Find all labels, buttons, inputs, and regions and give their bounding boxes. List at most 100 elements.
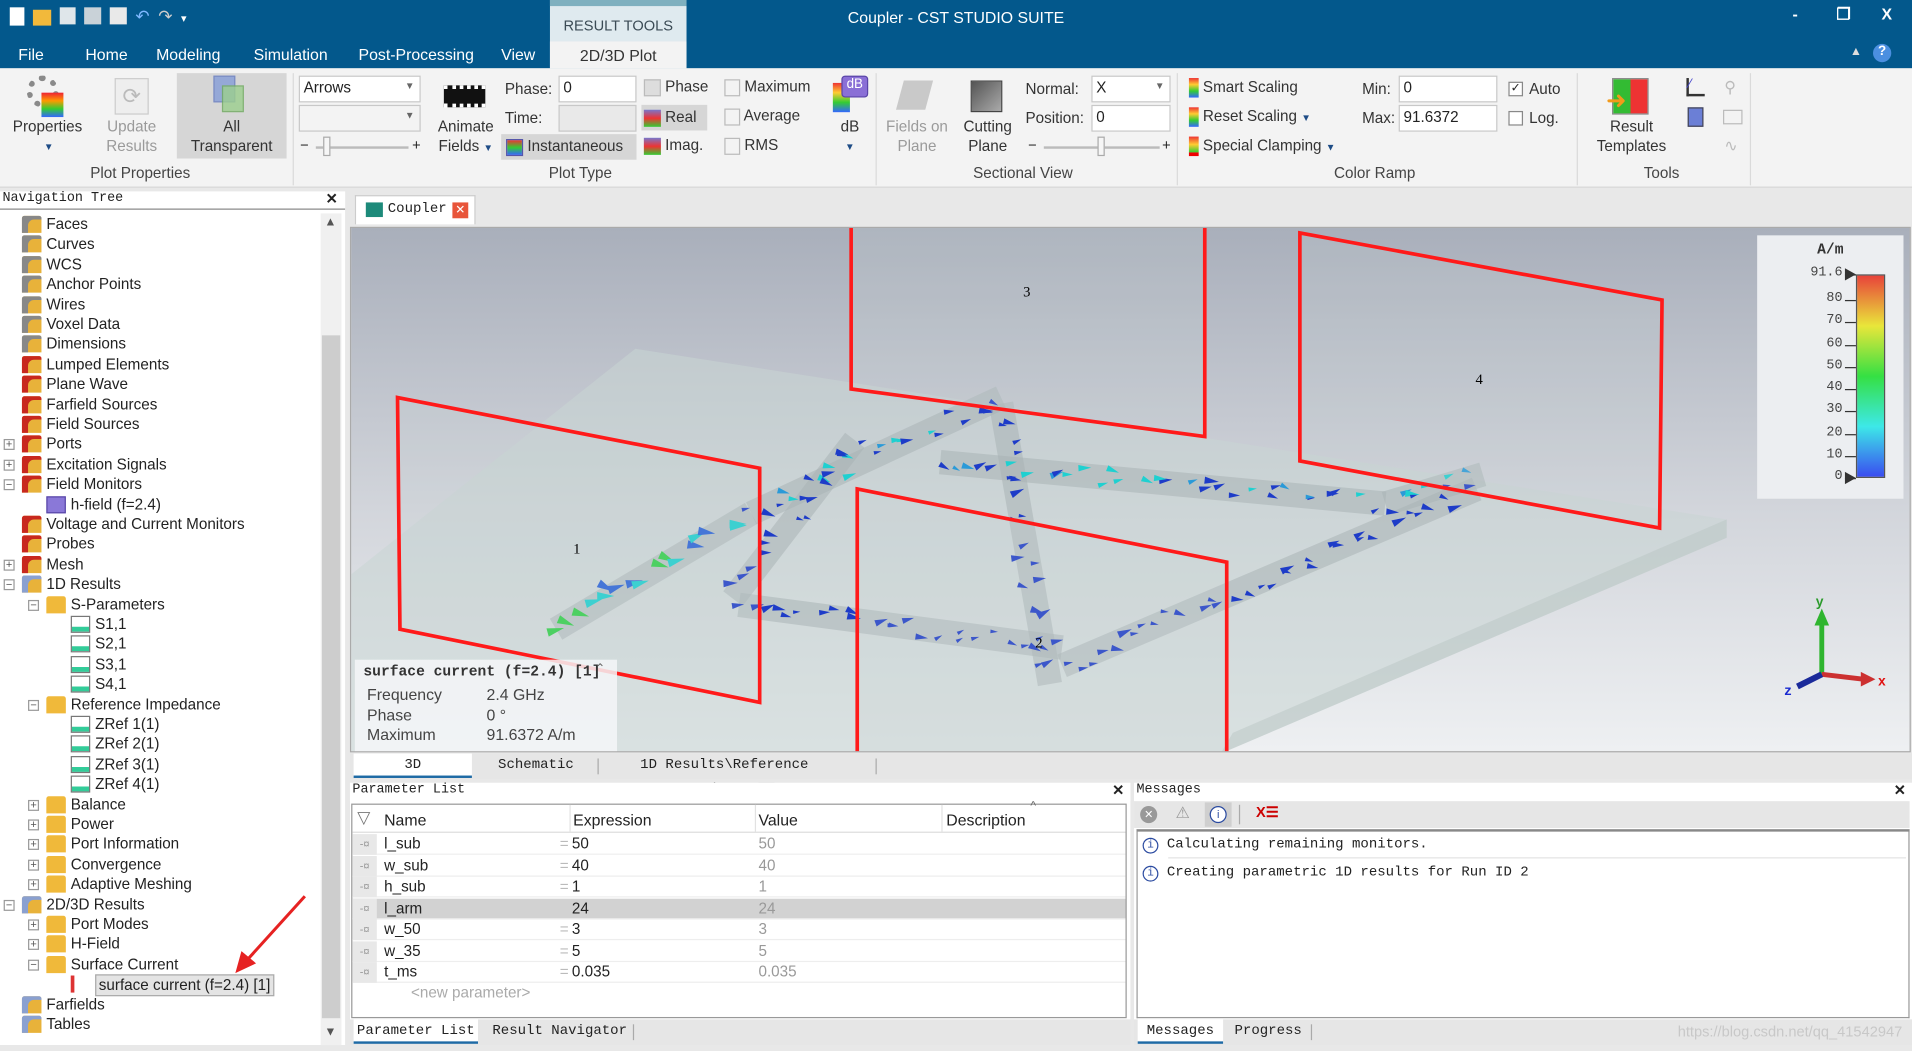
tree-item[interactable]: − Surface Current (0, 955, 319, 975)
tab-2d3d-plot[interactable]: 2D/3D Plot (549, 41, 687, 69)
expand-icon[interactable]: + (3, 439, 15, 451)
collapse-icon[interactable]: − (3, 579, 15, 591)
fields-on-plane-button[interactable]: Fields on Plane (880, 117, 953, 156)
tree-item[interactable]: ZRef 2(1) (0, 735, 319, 755)
clear-messages-icon[interactable]: X☰ (1256, 804, 1279, 821)
tree-item[interactable]: Faces (0, 215, 319, 235)
tree-item[interactable]: − 1D Results (0, 575, 319, 595)
tab-coupler[interactable]: Coupler ✕ (354, 195, 476, 225)
table-row[interactable]: -¤ l_sub = 50 50 (352, 834, 1126, 855)
auto-checkbox[interactable]: ✓ (1508, 81, 1524, 97)
properties-button[interactable]: Properties (7, 117, 87, 137)
slider-plus[interactable]: + (1162, 137, 1171, 154)
tree-item[interactable]: + H-Field (0, 935, 319, 955)
collapse-icon[interactable]: − (3, 479, 15, 491)
menu-file[interactable]: File (18, 45, 44, 63)
tab-progress[interactable]: Progress (1232, 1019, 1305, 1043)
3d-viewport[interactable]: 1 2 3 4 A/m 91.6 80 70 60 50 40 30 20 10 0 y x z … (349, 226, 1911, 753)
collapse-icon[interactable]: − (28, 599, 40, 611)
tree-item[interactable]: + Adaptive Meshing (0, 875, 319, 895)
reset-scaling-button[interactable]: Reset Scaling ▼ (1188, 107, 1311, 127)
table-row[interactable]: -¤ l_arm 24 24 (352, 898, 1126, 919)
collapse-ribbon-icon[interactable]: ▲ (1850, 45, 1862, 58)
collapse-icon[interactable]: − (3, 899, 15, 911)
col-name[interactable]: Name (384, 811, 426, 829)
special-clamping-button[interactable]: Special Clamping ▼ (1188, 136, 1335, 157)
filter-icon[interactable]: ▽ (357, 807, 370, 828)
tree-item[interactable]: Tables (0, 1015, 319, 1035)
error-filter-icon[interactable]: ✕ (1140, 806, 1158, 824)
update-results-button[interactable]: Update Results (98, 117, 166, 156)
phase-input[interactable]: 0 (558, 75, 637, 103)
legend-clamp-arrow-icon[interactable] (1844, 268, 1856, 281)
close-tree-button[interactable]: ✕ (326, 190, 338, 207)
secondary-select[interactable]: ▼ (298, 104, 421, 132)
table-row[interactable]: -¤ w_50 = 3 3 (352, 919, 1126, 941)
scrollbar-thumb[interactable] (321, 335, 341, 1019)
tree-item[interactable]: + Mesh (0, 555, 319, 575)
tree-item[interactable]: Plane Wave (0, 375, 319, 395)
tree-item[interactable]: Farfields (0, 995, 319, 1015)
tree-item[interactable]: S1,1 (0, 615, 319, 635)
minimize-button[interactable]: - (1793, 5, 1798, 23)
tab-schematic[interactable]: Schematic (484, 754, 588, 778)
all-transparent-button[interactable]: All Transparent (176, 73, 287, 159)
close-tab-icon[interactable]: ✕ (452, 202, 469, 219)
param-expression[interactable]: 50 (572, 834, 589, 855)
tree-item[interactable]: Voxel Data (0, 315, 319, 335)
close-window-button[interactable]: X (1882, 5, 1893, 23)
warning-filter-icon[interactable]: ⚠ (1176, 804, 1190, 824)
tree-item[interactable]: + Convergence (0, 855, 319, 875)
average-button[interactable]: Average (724, 107, 800, 126)
close-messages-button[interactable]: ✕ (1894, 782, 1906, 799)
tree-item[interactable]: ZRef 1(1) (0, 715, 319, 735)
help-icon[interactable]: ? (1872, 43, 1892, 63)
max-input[interactable]: 91.6372 (1398, 104, 1498, 132)
result-templates-button[interactable]: Result Templates (1589, 117, 1674, 156)
collapse-icon[interactable]: − (28, 959, 40, 971)
db-dropdown-icon[interactable]: ▼ (845, 141, 855, 152)
expand-icon[interactable]: + (28, 879, 40, 891)
tree-item[interactable]: Lumped Elements (0, 355, 319, 375)
tree-item[interactable]: + Power (0, 815, 319, 835)
expand-icon[interactable]: + (3, 559, 15, 571)
instantaneous-button[interactable]: Instantaneous (501, 134, 637, 160)
col-value[interactable]: Value (758, 811, 797, 829)
tree-item[interactable]: Dimensions (0, 335, 319, 355)
tree-item[interactable]: Anchor Points (0, 275, 319, 295)
tree-item[interactable]: ZRef 3(1) (0, 755, 319, 775)
db-button[interactable]: dB (832, 117, 869, 137)
smart-scaling-button[interactable]: Smart Scaling (1188, 78, 1298, 98)
normal-select[interactable]: X ▼ (1091, 75, 1171, 103)
new-parameter-row[interactable]: <new parameter> (411, 984, 530, 1001)
animate-fields-button[interactable]: Animate Fields ▼ (429, 117, 502, 158)
tab-view[interactable]: View (501, 45, 535, 63)
curve-tool-icon[interactable]: ∿ (1724, 137, 1737, 157)
tree-item[interactable]: + Ports (0, 435, 319, 455)
tree-item[interactable]: WCS (0, 255, 319, 275)
legend-clamp-arrow-icon[interactable] (1844, 471, 1856, 485)
imag-button[interactable]: Imag. (643, 137, 703, 155)
tree-item[interactable]: Curves (0, 235, 319, 255)
properties-dropdown-icon[interactable]: ▼ (44, 141, 54, 152)
tab-simulation[interactable]: Simulation (254, 45, 328, 63)
tab-home[interactable]: Home (85, 45, 127, 63)
tree-item[interactable]: − S-Parameters (0, 595, 319, 615)
param-expression[interactable]: 5 (572, 941, 580, 962)
expand-icon[interactable]: + (28, 919, 40, 931)
expand-icon[interactable]: + (28, 819, 40, 831)
table-row[interactable]: -¤ w_35 = 5 5 (352, 940, 1126, 962)
pick-tool-icon[interactable]: ⚲ (1724, 78, 1736, 98)
log-checkbox[interactable] (1508, 110, 1524, 126)
slider-minus[interactable]: − (300, 137, 309, 154)
calculator-icon[interactable] (1687, 107, 1704, 127)
tree-item[interactable]: Wires (0, 295, 319, 315)
tree-item[interactable]: + Balance (0, 795, 319, 815)
tab-messages[interactable]: Messages (1137, 1019, 1224, 1044)
position-input[interactable]: 0 (1091, 104, 1171, 132)
expand-icon[interactable]: + (28, 859, 40, 871)
cutting-plane-button[interactable]: Cutting Plane (957, 117, 1018, 156)
collapse-icon[interactable]: − (28, 699, 40, 711)
expand-icon[interactable]: + (28, 839, 40, 851)
tree-item[interactable]: + Excitation Signals (0, 455, 319, 475)
